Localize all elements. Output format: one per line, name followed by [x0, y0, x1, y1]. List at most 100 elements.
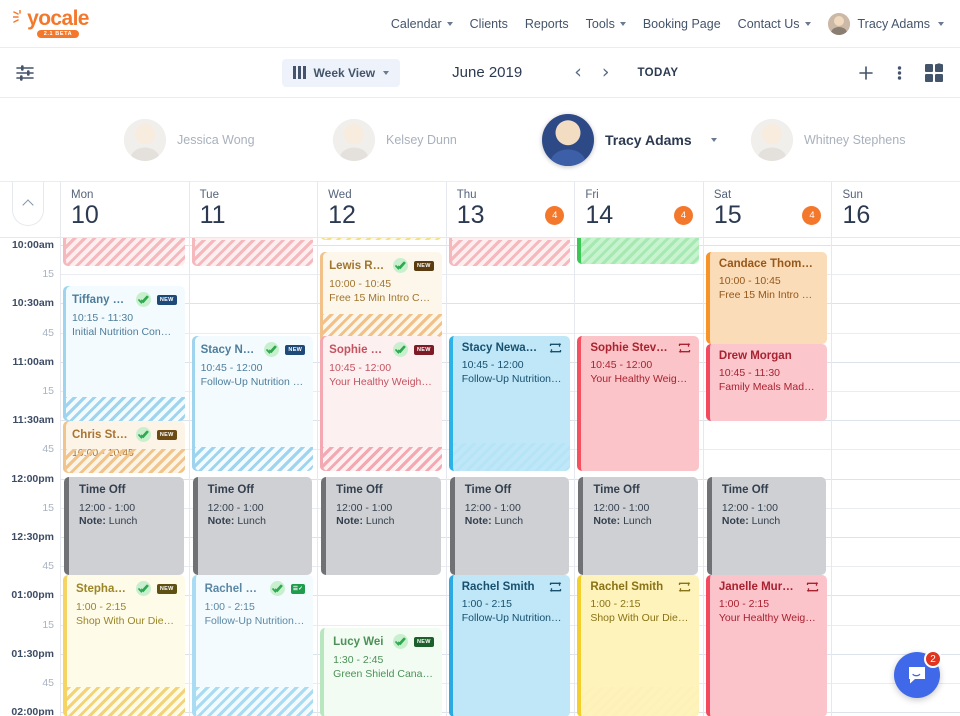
nav-item-booking-page[interactable]: Booking Page [643, 17, 721, 31]
time-off-block[interactable]: Time Off12:00 - 1:00Note: Lunch [321, 477, 441, 575]
unavailable-hatch [320, 447, 442, 471]
appointment-header: Rachel Smith [462, 581, 563, 593]
staff-item-jessica-wong[interactable]: Jessica Wong [124, 119, 333, 161]
day-number: 11 [200, 201, 318, 229]
nav-item-calendar[interactable]: Calendar [391, 17, 453, 31]
appointment-card[interactable]: Chris Stev…NEW10:00 - 10:45 [63, 421, 185, 473]
time-off-block[interactable]: Time Off12:00 - 1:00Note: Lunch [64, 477, 184, 575]
day-body[interactable]: get started ASAP Sophie Stev…10:45 - 12:0… [575, 238, 703, 716]
unavailable-hatch [67, 687, 185, 716]
day-body[interactable]: Stacy Newa…10:45 - 12:00Follow-Up Nutrit… [447, 238, 575, 716]
collapse-staff-row-button[interactable] [12, 182, 44, 226]
next-week-button[interactable]: › [592, 63, 620, 82]
chevron-up-icon [22, 199, 33, 210]
time-label-hour: 12:30pm [0, 531, 54, 543]
appointment-card[interactable]: Rachel Smith1:00 - 2:15Shop With Our Die… [577, 575, 699, 716]
nav-item-clients[interactable]: Clients [470, 17, 508, 31]
widgets-button[interactable] [924, 63, 944, 83]
nav-item-tools[interactable]: Tools [586, 17, 626, 31]
avatar-image [333, 119, 375, 161]
day-header[interactable]: Thu134 [447, 182, 575, 238]
chevron-down-icon [447, 22, 453, 26]
yocale-logo[interactable]: yocale 2.1 BETA [18, 9, 98, 38]
appointment-card[interactable]: Candace Thomp…10:00 - 10:45Free 15 Min I… [706, 252, 828, 344]
day-body[interactable]: Tiffany …NEW10:15 - 11:30Initial Nutriti… [61, 238, 189, 716]
service-name: Your Healthy Weight… [329, 376, 434, 388]
week-view-button[interactable]: Week View [282, 59, 401, 87]
appointment-card[interactable]: Lewis R…NEW10:00 - 10:45Free 15 Min Intr… [320, 252, 442, 344]
appointment-card[interactable] [449, 238, 571, 266]
appointment-header: Stepha…NEW [76, 581, 177, 596]
chevron-down-icon[interactable] [711, 138, 717, 142]
grid-line [832, 391, 960, 392]
nav-item-reports[interactable]: Reports [525, 17, 569, 31]
appointment-card[interactable]: Janelle Murphy1:00 - 2:15Your Healthy We… [706, 575, 828, 716]
user-menu[interactable]: Tracy Adams [828, 13, 944, 35]
unavailable-hatch [710, 393, 828, 421]
appointment-card[interactable]: Lucy WeiNEW1:30 - 2:45Green Shield Canad… [320, 628, 442, 716]
nav-label: Calendar [391, 17, 442, 31]
appointment-card[interactable]: get started ASAP [577, 238, 699, 264]
grid-line [832, 712, 960, 713]
time-off-block[interactable]: Time Off12:00 - 1:00Note: Lunch [707, 477, 827, 575]
appointment-time: 10:45 - 12:00 [201, 362, 306, 374]
logo-wordmark: yocale [27, 9, 89, 29]
day-header[interactable]: Mon10 [61, 182, 189, 238]
new-client-badge: NEW [157, 584, 177, 594]
staff-item-tracy-adams[interactable]: Tracy Adams [542, 114, 751, 166]
appointment-card[interactable]: Drew Morgan10:45 - 11:30Family Meals Mad… [706, 344, 828, 421]
appointment-card[interactable]: Tiffany …NEW10:15 - 11:30Initial Nutriti… [63, 286, 185, 421]
time-off-title: Time Off [79, 484, 184, 496]
day-body[interactable] [832, 238, 960, 716]
day-body[interactable]: Candace Thomp…10:00 - 10:45Free 15 Min I… [704, 238, 832, 716]
day-body[interactable]: Lewis R…NEW10:00 - 10:45Free 15 Min Intr… [318, 238, 446, 716]
day-body[interactable]: Stacy N…NEW10:45 - 12:00Follow-Up Nutrit… [190, 238, 318, 716]
time-label-minute: 15 [0, 268, 54, 280]
time-off-block[interactable]: Time Off12:00 - 1:00Note: Lunch [450, 477, 570, 575]
nav-label: Clients [470, 17, 508, 31]
appointment-header: Stacy N…NEW [201, 342, 306, 357]
chevron-down-icon [620, 22, 626, 26]
appointment-card[interactable]: Stacy N…NEW10:45 - 12:00Follow-Up Nutrit… [192, 336, 314, 471]
appointment-card[interactable] [320, 238, 442, 240]
time-off-note: Note: Lunch [336, 515, 441, 527]
appointment-card[interactable]: Stepha…NEW1:00 - 2:15Shop With Our Dieti… [63, 575, 185, 716]
unavailable-hatch [63, 397, 185, 421]
day-header[interactable]: Sat154 [704, 182, 832, 238]
more-options-button[interactable] [897, 64, 902, 82]
appointment-card[interactable]: Stacy Newa…10:45 - 12:00Follow-Up Nutrit… [449, 336, 571, 471]
day-header[interactable]: Tue11 [190, 182, 318, 238]
appointment-card[interactable]: Rachel Smith1:00 - 2:15Follow-Up Nutriti… [449, 575, 571, 716]
day-column-wed: Wed12 Lewis R…NEW10:00 - 10:45Free 15 Min… [317, 182, 446, 716]
prev-week-button[interactable]: ‹ [564, 63, 592, 82]
chat-widget-button[interactable]: 2 [894, 652, 940, 698]
time-off-block[interactable]: Time Off12:00 - 1:00Note: Lunch [578, 477, 698, 575]
appointment-card[interactable]: Sophie Stev…10:45 - 12:00Your Healthy We… [577, 336, 699, 471]
day-header[interactable]: Fri144 [575, 182, 703, 238]
logo-beta-badge: 2.1 BETA [37, 30, 80, 38]
client-name: Rachel Smith [590, 581, 672, 593]
appointment-card[interactable]: Sophie …NEW10:45 - 12:00Your Healthy Wei… [320, 336, 442, 471]
day-name: Mon [71, 189, 189, 201]
nav-item-contact-us[interactable]: Contact Us [738, 17, 811, 31]
confirmed-check-icon [393, 634, 408, 649]
unavailable-hatch [192, 240, 314, 266]
staff-item-kelsey-dunn[interactable]: Kelsey Dunn [333, 119, 542, 161]
day-count-badge[interactable]: 4 [674, 206, 693, 225]
appointment-card[interactable] [192, 238, 314, 266]
add-appointment-button[interactable] [857, 64, 875, 82]
day-header[interactable]: Sun16 [832, 182, 960, 238]
day-number: 12 [328, 201, 446, 229]
client-name: Candace Thomp… [719, 258, 820, 270]
time-off-block[interactable]: Time Off12:00 - 1:00Note: Lunch [193, 477, 313, 575]
time-off-time: 12:00 - 1:00 [465, 502, 570, 514]
today-button[interactable]: TODAY [637, 67, 678, 79]
avatar-image [542, 114, 594, 166]
appointment-card[interactable]: Rachel …☰✓1:00 - 2:15Follow-Up Nutrition… [192, 575, 314, 716]
filter-settings-icon[interactable] [14, 62, 36, 84]
new-client-badge: NEW [285, 345, 305, 355]
day-header[interactable]: Wed12 [318, 182, 446, 238]
grid-line [832, 625, 960, 626]
staff-item-whitney-stephens[interactable]: Whitney Stephens [751, 119, 960, 161]
appointment-card[interactable] [63, 238, 185, 266]
